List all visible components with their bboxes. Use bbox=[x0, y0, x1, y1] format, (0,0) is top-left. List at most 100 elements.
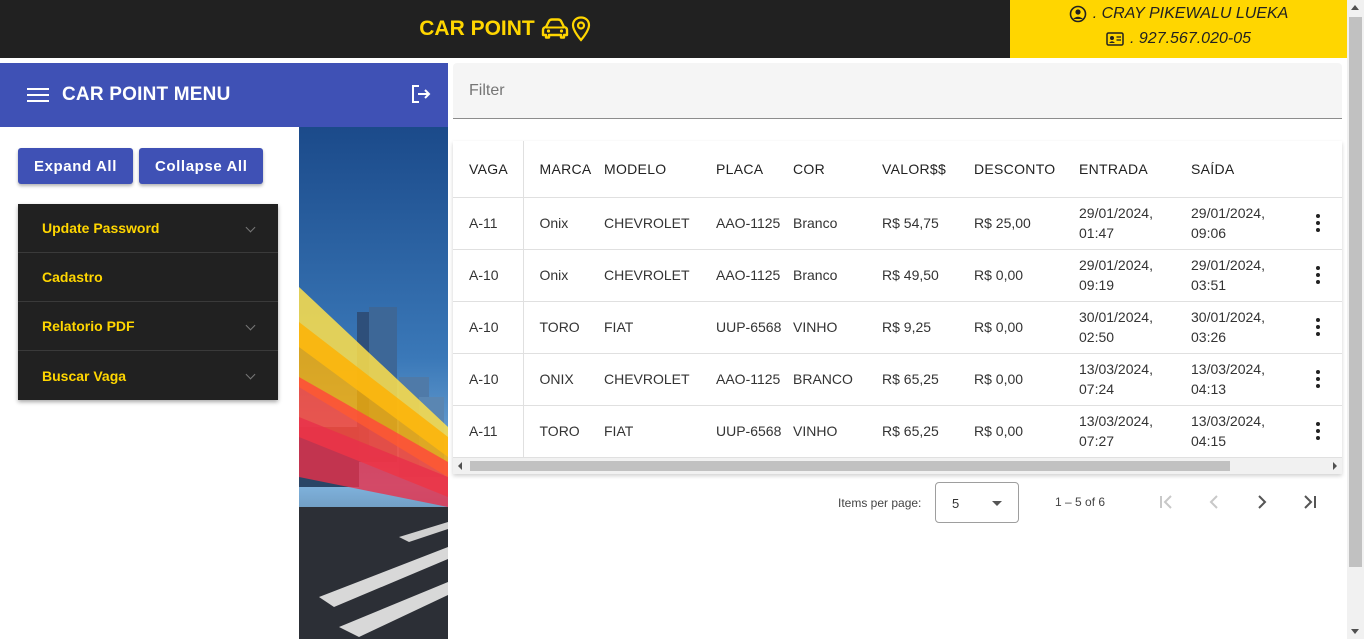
collapse-all-button[interactable]: Collapse All bbox=[138, 148, 264, 184]
logout-icon[interactable] bbox=[410, 83, 432, 105]
row-actions bbox=[1294, 301, 1342, 354]
cell-modelo: FIAT bbox=[604, 405, 716, 458]
row-actions bbox=[1294, 249, 1342, 302]
cell-marca: Onix bbox=[523, 249, 604, 302]
filter-field[interactable]: Filter bbox=[453, 63, 1342, 119]
table-row: A-11 Onix CHEVROLET AAO-1125 Branco R$ 5… bbox=[453, 197, 1342, 250]
sidebar-header: CAR POINT MENU bbox=[0, 63, 448, 127]
next-page-icon[interactable] bbox=[1252, 492, 1272, 512]
cell-marca: Onix bbox=[523, 197, 604, 250]
cell-valor: R$ 65,25 bbox=[882, 353, 974, 406]
cell-valor: R$ 54,75 bbox=[882, 197, 974, 250]
sidebar-accordion: Update Password Cadastro Relatorio PDF B… bbox=[18, 204, 278, 400]
page-size-value: 5 bbox=[952, 496, 960, 511]
cell-modelo: FIAT bbox=[604, 301, 716, 354]
items-per-page-label: Items per page: bbox=[838, 496, 922, 510]
page-scrollbar[interactable] bbox=[1347, 0, 1364, 639]
cell-modelo: CHEVROLET bbox=[604, 353, 716, 406]
cell-cor: VINHO bbox=[793, 405, 882, 458]
more-vert-icon[interactable] bbox=[1294, 266, 1342, 284]
cell-desconto: R$ 25,00 bbox=[974, 197, 1079, 250]
scroll-left-icon[interactable] bbox=[458, 462, 462, 470]
cell-cor: Branco bbox=[793, 197, 882, 250]
cell-valor: R$ 49,50 bbox=[882, 249, 974, 302]
cell-cor: Branco bbox=[793, 249, 882, 302]
cell-saida: 13/03/2024, 04:15 bbox=[1191, 405, 1294, 458]
cell-placa: AAO-1125 bbox=[716, 197, 793, 250]
scrollbar-thumb[interactable] bbox=[1349, 17, 1362, 567]
location-pin-icon bbox=[571, 16, 590, 42]
cell-saida: 29/01/2024, 09:06 bbox=[1191, 197, 1294, 250]
previous-page-icon[interactable] bbox=[1204, 492, 1224, 512]
column-header-actions bbox=[1294, 141, 1342, 198]
cell-cor: VINHO bbox=[793, 301, 882, 354]
accordion-item-label: Update Password bbox=[42, 220, 160, 236]
cell-placa: AAO-1125 bbox=[716, 353, 793, 406]
more-vert-icon[interactable] bbox=[1294, 370, 1342, 388]
table-header-row: VAGA MARCA MODELO PLACA COR VALOR$$ DESC… bbox=[453, 141, 1342, 198]
cell-modelo: CHEVROLET bbox=[604, 249, 716, 302]
cell-entrada: 29/01/2024, 01:47 bbox=[1079, 197, 1191, 250]
car-icon bbox=[541, 18, 568, 39]
cell-placa: AAO-1125 bbox=[716, 249, 793, 302]
dropdown-arrow-icon bbox=[992, 501, 1002, 506]
sidebar: Expand All Collapse All Update Password … bbox=[0, 127, 299, 639]
accordion-item-relatorio-pdf[interactable]: Relatorio PDF bbox=[18, 302, 278, 351]
scroll-down-icon[interactable] bbox=[1351, 629, 1359, 634]
cell-entrada: 13/03/2024, 07:24 bbox=[1079, 353, 1191, 406]
cell-desconto: R$ 0,00 bbox=[974, 301, 1079, 354]
column-header-vaga[interactable]: VAGA bbox=[453, 141, 524, 198]
cell-modelo: CHEVROLET bbox=[604, 197, 716, 250]
expand-all-button[interactable]: Expand All bbox=[18, 148, 133, 184]
user-name: . CRAY PIKEWALU LUEKA bbox=[1092, 5, 1289, 22]
column-header-cor[interactable]: COR bbox=[793, 141, 882, 198]
cell-saida: 30/01/2024, 03:26 bbox=[1191, 301, 1294, 354]
cell-vaga: A-11 bbox=[453, 405, 524, 458]
table-horizontal-scrollbar[interactable] bbox=[453, 458, 1342, 474]
cell-desconto: R$ 0,00 bbox=[974, 405, 1079, 458]
cell-vaga: A-10 bbox=[453, 301, 524, 354]
hamburger-menu-icon[interactable] bbox=[27, 88, 49, 102]
table-row: A-10 TORO FIAT UUP-6568 VINHO R$ 9,25 R$… bbox=[453, 301, 1342, 354]
column-header-valor[interactable]: VALOR$$ bbox=[882, 141, 974, 198]
more-vert-icon[interactable] bbox=[1294, 422, 1342, 440]
accordion-item-update-password[interactable]: Update Password bbox=[18, 204, 278, 253]
cell-entrada: 13/03/2024, 07:27 bbox=[1079, 405, 1191, 458]
last-page-icon[interactable] bbox=[1300, 492, 1320, 512]
first-page-icon[interactable] bbox=[1156, 492, 1176, 512]
table-row: A-10 Onix CHEVROLET AAO-1125 Branco R$ 4… bbox=[453, 249, 1342, 302]
column-header-placa[interactable]: PLACA bbox=[716, 141, 793, 198]
column-header-saida[interactable]: SAÍDA bbox=[1191, 141, 1294, 198]
parking-table-card: VAGA MARCA MODELO PLACA COR VALOR$$ DESC… bbox=[453, 141, 1342, 474]
cell-entrada: 29/01/2024, 09:19 bbox=[1079, 249, 1191, 302]
cell-valor: R$ 65,25 bbox=[882, 405, 974, 458]
cell-desconto: R$ 0,00 bbox=[974, 353, 1079, 406]
cell-marca: TORO bbox=[523, 301, 604, 354]
column-header-desconto[interactable]: DESCONTO bbox=[974, 141, 1079, 198]
user-name-line: . CRAY PIKEWALU LUEKA bbox=[1010, 5, 1347, 23]
accordion-item-buscar-vaga[interactable]: Buscar Vaga bbox=[18, 351, 278, 400]
cell-placa: UUP-6568 bbox=[716, 405, 793, 458]
scroll-right-icon[interactable] bbox=[1333, 462, 1337, 470]
cell-entrada: 30/01/2024, 02:50 bbox=[1079, 301, 1191, 354]
more-vert-icon[interactable] bbox=[1294, 214, 1342, 232]
horizontal-scrollbar-thumb[interactable] bbox=[470, 461, 1230, 471]
cell-marca: ONIX bbox=[523, 353, 604, 406]
page-size-select[interactable]: 5 bbox=[935, 482, 1019, 523]
scroll-up-icon[interactable] bbox=[1351, 5, 1359, 10]
cell-vaga: A-10 bbox=[453, 353, 524, 406]
accordion-item-label: Buscar Vaga bbox=[42, 367, 127, 384]
more-vert-icon[interactable] bbox=[1294, 318, 1342, 336]
row-actions bbox=[1294, 405, 1342, 458]
user-info-box: . CRAY PIKEWALU LUEKA . 927.567.020-05 bbox=[1010, 0, 1347, 58]
cell-placa: UUP-6568 bbox=[716, 301, 793, 354]
table-row: A-10 ONIX CHEVROLET AAO-1125 BRANCO R$ 6… bbox=[453, 353, 1342, 406]
cell-cor: BRANCO bbox=[793, 353, 882, 406]
column-header-marca[interactable]: MARCA bbox=[523, 141, 604, 198]
column-header-modelo[interactable]: MODELO bbox=[604, 141, 716, 198]
user-doc-line: . 927.567.020-05 bbox=[1010, 30, 1347, 48]
column-header-entrada[interactable]: ENTRADA bbox=[1079, 141, 1191, 198]
accordion-item-cadastro[interactable]: Cadastro bbox=[18, 253, 278, 302]
chevron-down-icon bbox=[245, 222, 256, 233]
sidebar-title: CAR POINT MENU bbox=[62, 84, 231, 105]
